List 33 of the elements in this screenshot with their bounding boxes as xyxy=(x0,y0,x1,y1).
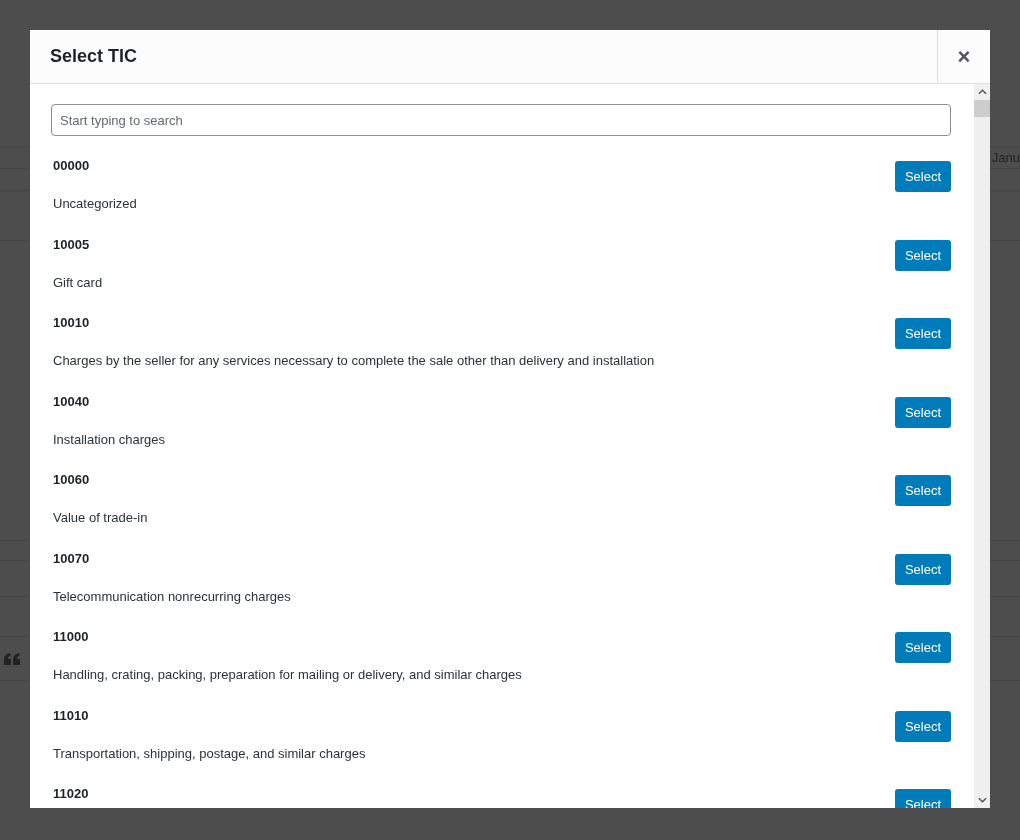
tic-code: 10060 xyxy=(53,471,91,489)
dialog-title: Select TIC xyxy=(49,46,139,67)
tic-code: 10070 xyxy=(53,549,91,568)
tic-description: Transportation, shipping, postage, and similar charges xyxy=(53,744,367,763)
select-button[interactable]: Select xyxy=(895,239,951,271)
search-field[interactable]: Start typing to search xyxy=(51,104,951,136)
scrollbar-track[interactable] xyxy=(974,84,990,808)
tic-description: Charges by the seller for any services necessary to complete the sale other than delivery and installation xyxy=(53,352,656,370)
tic-code: 00000 xyxy=(53,157,91,175)
select-button[interactable]: Select xyxy=(895,396,951,428)
tic-description: Installation charges xyxy=(53,430,166,449)
tic-code: 10010 xyxy=(53,314,91,332)
tic-code: 10005 xyxy=(53,235,91,254)
select-button[interactable]: Select xyxy=(895,553,951,585)
select-button[interactable]: Select xyxy=(895,318,951,349)
close-button[interactable]: × xyxy=(937,30,990,83)
quote-icon xyxy=(4,653,20,665)
select-button[interactable]: Select xyxy=(895,710,951,742)
tic-description: Telecommunication nonrecurring charges xyxy=(53,587,292,606)
select-button[interactable]: Select xyxy=(895,161,951,192)
tic-code: 11010 xyxy=(53,706,90,725)
tic-code: 10040 xyxy=(53,392,91,411)
tic-description: Value of trade-in xyxy=(53,509,149,527)
select-button[interactable]: Select xyxy=(895,632,951,663)
tic-code: 11020 xyxy=(53,785,90,803)
scroll-down-icon[interactable] xyxy=(977,797,987,803)
select-button[interactable]: Select xyxy=(895,475,951,506)
tic-description: Handling, crating, packing, preparation for mailing or delivery, and similar charges xyxy=(53,666,523,684)
scrollbar-thumb[interactable] xyxy=(974,100,990,117)
tic-code: 11000 xyxy=(53,628,90,646)
scroll-up-icon[interactable] xyxy=(977,89,987,95)
tic-description: Uncategorized xyxy=(53,195,138,213)
tic-description: Gift card xyxy=(53,273,104,292)
